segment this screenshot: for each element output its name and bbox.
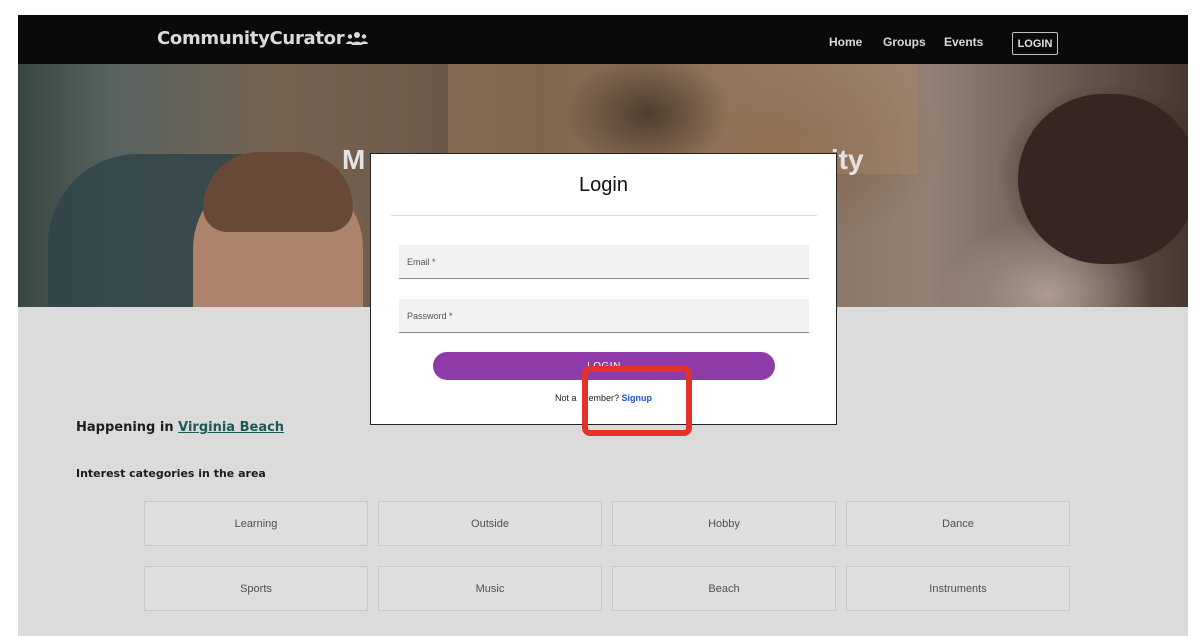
modal-divider [391,215,817,216]
signup-prompt-text: Not a [554,393,577,403]
password-field[interactable]: Password * [399,299,813,334]
email-input[interactable] [399,245,813,280]
password-input[interactable] [399,299,813,334]
modal-title: Login [579,174,628,196]
highlight-annotation-box [582,366,692,436]
email-field[interactable]: Email * [399,245,813,280]
